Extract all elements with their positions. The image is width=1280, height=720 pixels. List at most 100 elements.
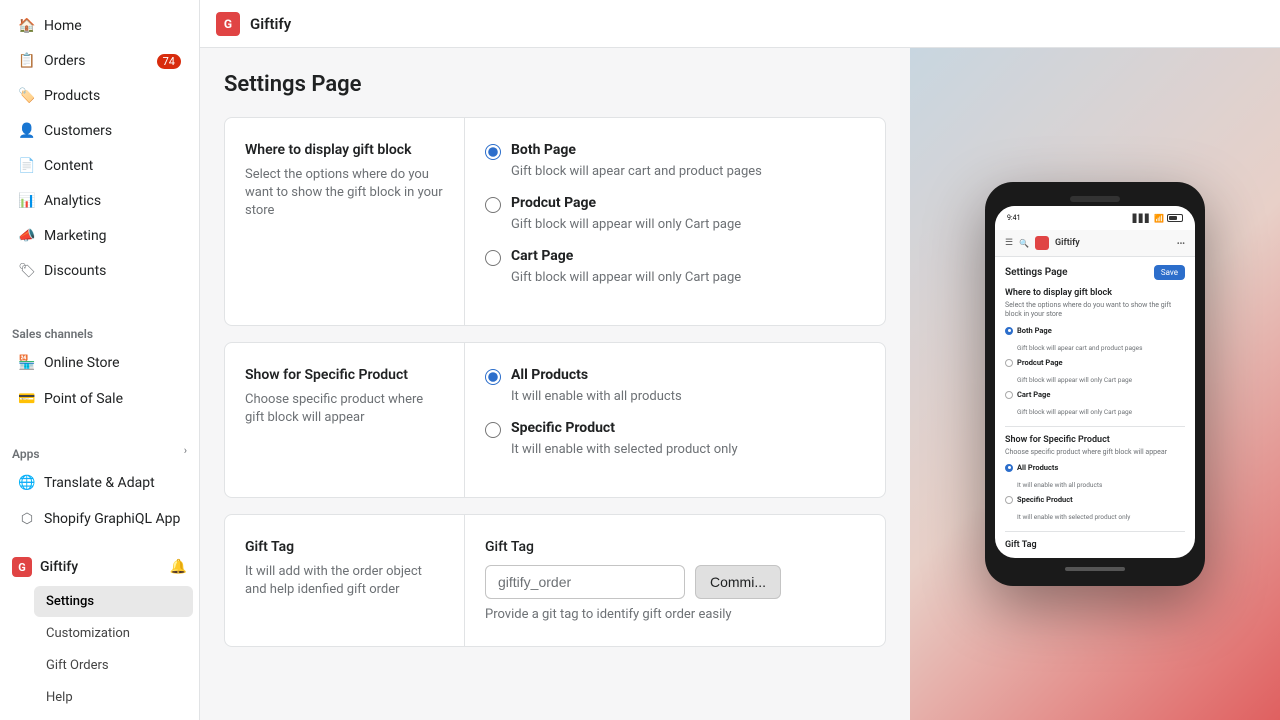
both-page-option: Both Page Gift block will apear cart and… [485, 142, 865, 179]
all-products-label[interactable]: All Products It will enable with all pro… [485, 367, 865, 404]
sidebar-item-translate[interactable]: 🌐 Translate & Adapt [6, 466, 193, 500]
phone-both-page-radio [1005, 327, 1013, 335]
sidebar-item-help[interactable]: Help [34, 682, 193, 713]
giftify-icon: G [12, 557, 32, 577]
content-icon: 📄 [18, 157, 36, 175]
phone-specific-product-label: Specific Product [1017, 495, 1130, 504]
product-section-left: Show for Specific Product Choose specifi… [225, 343, 465, 497]
sidebar-item-products[interactable]: 🏷️ Products [6, 79, 193, 113]
product-section: Show for Specific Product Choose specifi… [224, 342, 886, 498]
phone-dots-icon: ••• [1177, 239, 1185, 248]
product-page-radio[interactable] [485, 197, 501, 213]
product-page-option: Prodcut Page Gift block will appear will… [485, 195, 865, 232]
phone-screen: 9:41 ▋▋▋ 📶 ☰ 🔍 [995, 206, 1195, 557]
specific-product-desc: It will enable with selected product onl… [511, 442, 738, 457]
phone-cart-page-label: Cart Page [1017, 390, 1132, 399]
sidebar-item-content[interactable]: 📄 Content [6, 149, 193, 183]
sidebar-item-plan[interactable]: Plan [34, 714, 193, 720]
phone-product-page-label: Prodcut Page [1017, 358, 1132, 367]
all-products-desc: It will enable with all products [511, 389, 682, 404]
phone-product-page-radio [1005, 359, 1013, 367]
giftify-label: Giftify [40, 559, 78, 575]
products-icon: 🏷️ [18, 87, 36, 105]
display-section-desc: Select the options where do you want to … [245, 166, 444, 221]
phone-save-button[interactable]: Save [1154, 265, 1185, 280]
phone-cart-page-sub: Gift block will appear will only Cart pa… [1017, 408, 1132, 416]
phone-cart-page-option: Cart Page Gift block will appear will on… [1005, 390, 1185, 418]
both-page-label[interactable]: Both Page Gift block will apear cart and… [485, 142, 865, 179]
cart-page-title: Cart Page [511, 248, 741, 264]
phone-all-products-radio [1005, 464, 1013, 472]
phone-nav: ☰ 🔍 Giftify ••• [995, 230, 1195, 257]
customers-icon: 👤 [18, 122, 36, 140]
graphiql-icon: ⬡ [18, 510, 36, 528]
phone-time: 9:41 [1007, 214, 1021, 222]
phone-display-title: Where to display gift block [1005, 288, 1185, 298]
sidebar-giftify-header[interactable]: G Giftify 🔔 [0, 549, 199, 585]
phone-cart-page-radio [1005, 391, 1013, 399]
specific-product-option: Specific Product It will enable with sel… [485, 420, 865, 457]
phone-product-page-sub: Gift block will appear will only Cart pa… [1017, 376, 1132, 384]
gift-tag-hint: Provide a git tag to identify gift order… [485, 607, 865, 622]
gift-tag-commit-button[interactable]: Commi... [695, 565, 781, 599]
display-section: Where to display gift block Select the o… [224, 117, 886, 326]
product-section-title: Show for Specific Product [245, 367, 444, 383]
topbar: G Giftify [200, 0, 1280, 48]
sidebar-item-marketing[interactable]: 📣 Marketing [6, 219, 193, 253]
sidebar-item-analytics[interactable]: 📊 Analytics [6, 184, 193, 218]
product-section-desc: Choose specific product where gift block… [245, 391, 444, 427]
battery-icon [1167, 214, 1183, 222]
sidebar: 🏠 Home 📋 Orders 74 🏷️ Products 👤 Custome… [0, 0, 200, 720]
display-section-left: Where to display gift block Select the o… [225, 118, 465, 325]
wifi-icon: 📶 [1154, 214, 1164, 223]
all-products-radio[interactable] [485, 369, 501, 385]
phone-all-products-sub: It will enable with all products [1017, 481, 1102, 489]
phone-nav-logo [1035, 236, 1049, 250]
phone-status-bar: 9:41 ▋▋▋ 📶 [995, 206, 1195, 230]
discounts-icon: 🏷 [18, 262, 36, 280]
sidebar-item-customization[interactable]: Customization [34, 618, 193, 649]
phone-all-products-label: All Products [1017, 463, 1102, 472]
phone-specific-product-sub: It will enable with selected product onl… [1017, 513, 1130, 521]
signal-icon: ▋▋▋ [1133, 214, 1151, 223]
display-section-right: Both Page Gift block will apear cart and… [465, 118, 885, 325]
gift-tag-input-row: Commi... [485, 565, 865, 599]
cart-page-radio[interactable] [485, 250, 501, 266]
phone-product-sub: Choose specific product where gift block… [1005, 448, 1185, 457]
apps-chevron: › [184, 444, 187, 457]
specific-product-radio[interactable] [485, 422, 501, 438]
product-section-right: All Products It will enable with all pro… [465, 343, 885, 497]
product-page-label[interactable]: Prodcut Page Gift block will appear will… [485, 195, 865, 232]
specific-product-title: Specific Product [511, 420, 738, 436]
specific-product-label[interactable]: Specific Product It will enable with sel… [485, 420, 865, 457]
sidebar-item-orders[interactable]: 📋 Orders 74 [6, 44, 193, 78]
gift-tag-left-title: Gift Tag [245, 539, 444, 555]
sidebar-item-online-store[interactable]: 🏪 Online Store [6, 346, 193, 380]
cart-page-label[interactable]: Cart Page Gift block will appear will on… [485, 248, 865, 285]
sidebar-item-discounts[interactable]: 🏷 Discounts [6, 254, 193, 288]
sidebar-item-graphiql[interactable]: ⬡ Shopify GraphiQL App [6, 502, 193, 536]
phone-all-products-option: All Products It will enable with all pro… [1005, 463, 1185, 491]
phone-specific-product-radio [1005, 496, 1013, 504]
online-store-icon: 🏪 [18, 354, 36, 372]
phone-both-page-option: Both Page Gift block will apear cart and… [1005, 326, 1185, 354]
sidebar-item-customers[interactable]: 👤 Customers [6, 114, 193, 148]
sidebar-item-settings[interactable]: Settings [34, 586, 193, 617]
content: Settings Page Where to display gift bloc… [200, 48, 1280, 720]
phone-specific-product-option: Specific Product It will enable with sel… [1005, 495, 1185, 523]
all-products-option: All Products It will enable with all pro… [485, 367, 865, 404]
apps-title: Apps [12, 447, 40, 461]
both-page-radio[interactable] [485, 144, 501, 160]
translate-icon: 🌐 [18, 474, 36, 492]
notification-icon[interactable]: 🔔 [170, 559, 187, 575]
display-section-title: Where to display gift block [245, 142, 444, 158]
both-page-desc: Gift block will apear cart and product p… [511, 164, 762, 179]
phone-content: Settings Page Save Where to display gift… [995, 257, 1195, 557]
sidebar-item-point-of-sale[interactable]: 💳 Point of Sale [6, 382, 193, 416]
sidebar-item-home[interactable]: 🏠 Home [6, 9, 193, 43]
gift-tag-input[interactable] [485, 565, 685, 599]
phone-both-page-sub: Gift block will apear cart and product p… [1017, 344, 1142, 352]
sidebar-item-gift-orders[interactable]: Gift Orders [34, 650, 193, 681]
sales-channels-title: Sales channels [0, 317, 199, 345]
topbar-logo: G [216, 12, 240, 36]
